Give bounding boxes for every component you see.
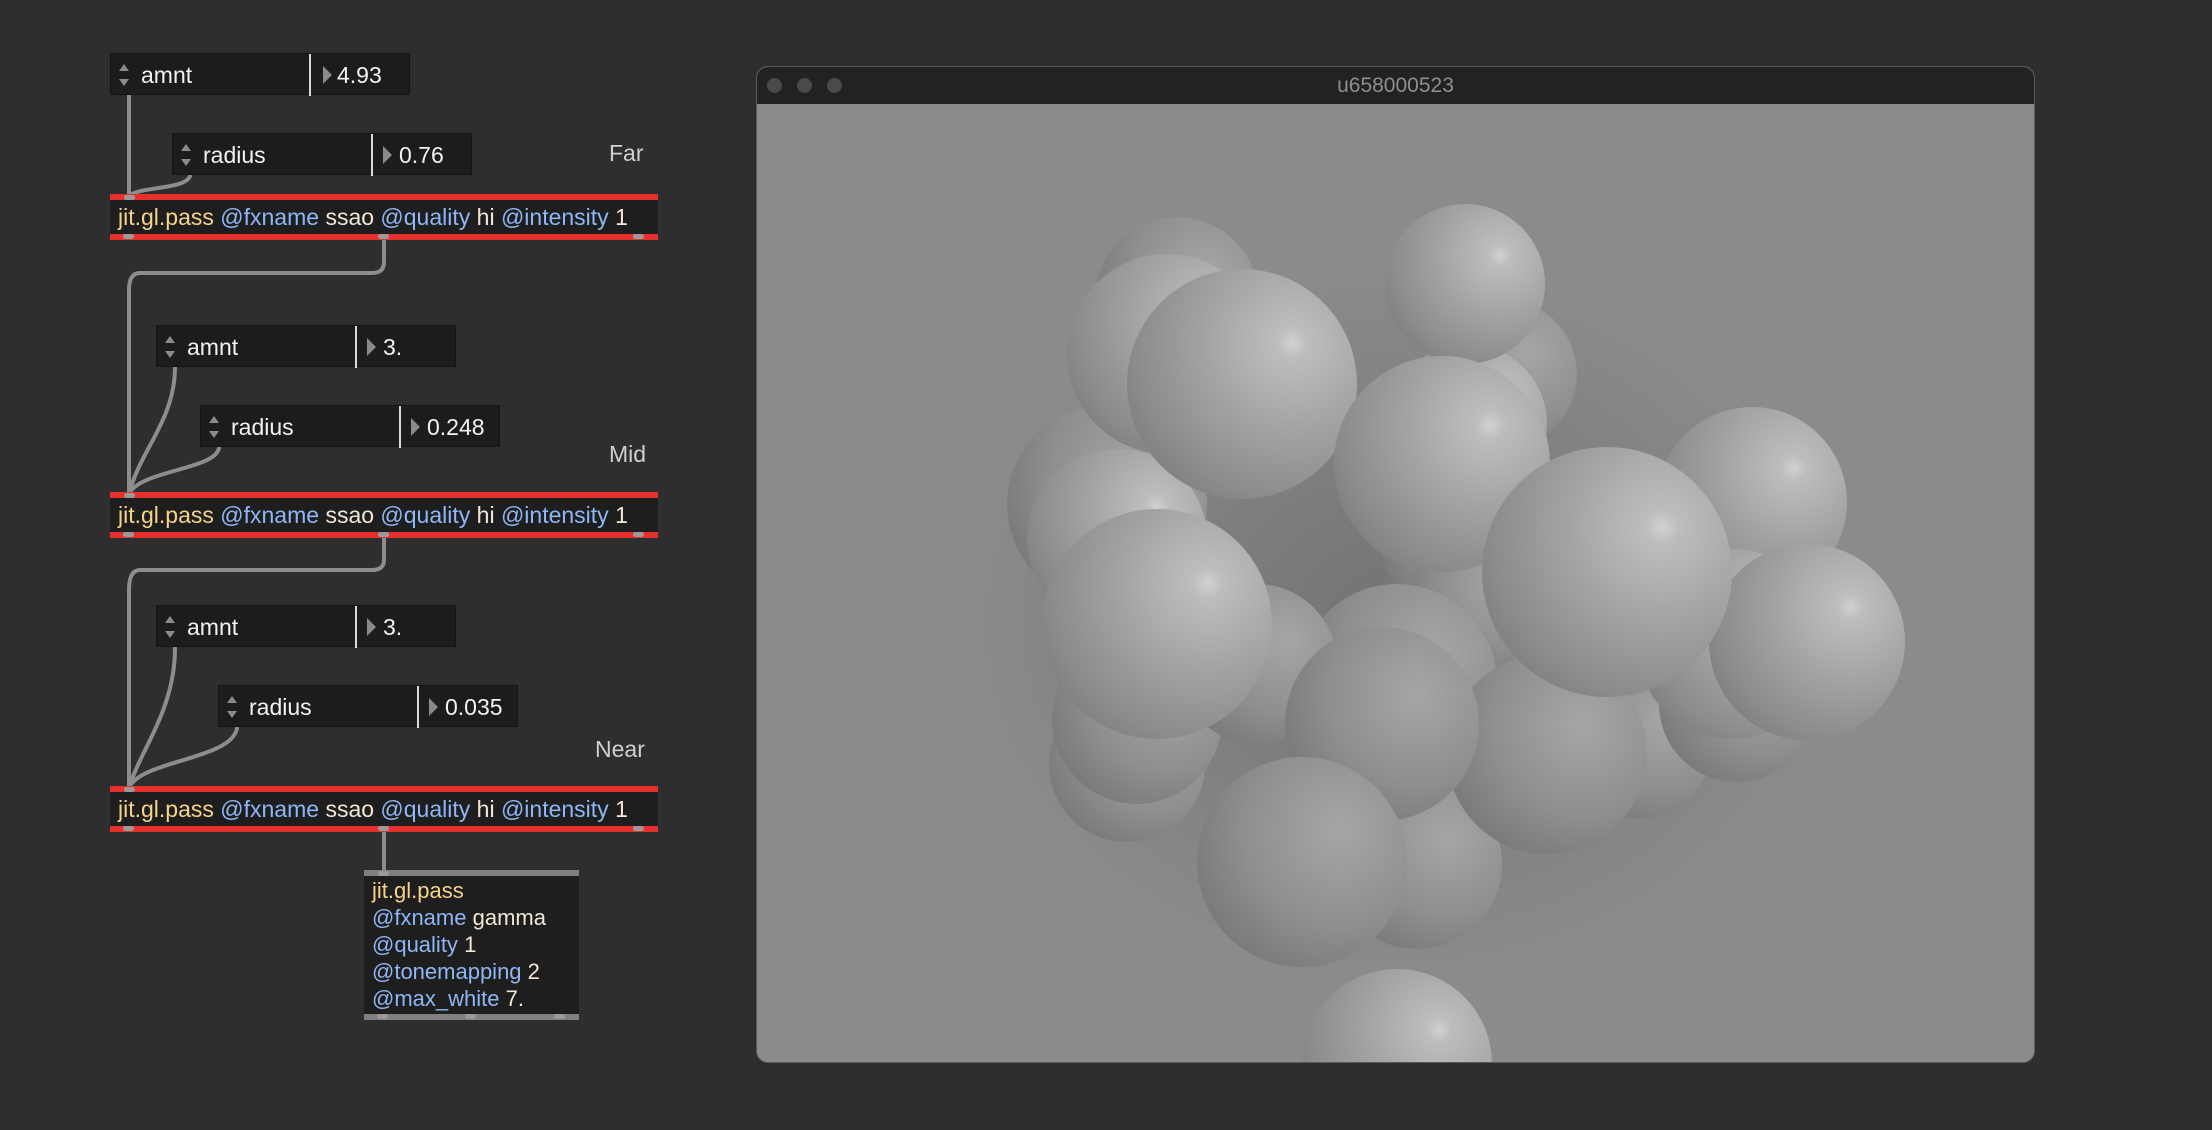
object-text-line: jit.gl.pass: [372, 878, 464, 903]
sphere: [1385, 204, 1545, 364]
rendered-spheres-scene[interactable]: [757, 104, 2034, 1062]
object-text: jit.gl.pass @fxname ssao @quality hi @in…: [118, 796, 628, 822]
stepper-arrows-icon[interactable]: [117, 61, 131, 89]
attribute-name: radius: [231, 414, 294, 440]
amnt-attrui-mid[interactable]: amnt 3.: [156, 325, 456, 368]
patch-cord: [127, 646, 177, 790]
stepper-arrows-icon[interactable]: [163, 613, 177, 641]
stepper-arrows-icon[interactable]: [225, 693, 239, 721]
attribute-value[interactable]: 0.248: [427, 406, 485, 448]
stepper-arrows-icon[interactable]: [207, 413, 221, 441]
outlet[interactable]: [633, 234, 644, 239]
amnt-attrui-near[interactable]: amnt 3.: [156, 605, 456, 648]
number-arrow-icon: [383, 146, 392, 164]
jit-gl-pass-ssao-mid[interactable]: jit.gl.pass @fxname ssao @quality hi @in…: [110, 492, 658, 538]
sphere: [1127, 269, 1357, 499]
radius-attrui-far[interactable]: radius 0.76: [172, 133, 472, 176]
stepper-arrows-icon[interactable]: [179, 141, 193, 169]
window-title: u658000523: [1337, 74, 1454, 97]
outlet[interactable]: [465, 1014, 476, 1019]
object-text: jit.gl.pass @fxname ssao @quality hi @in…: [118, 204, 628, 230]
radius-attrui-near[interactable]: radius 0.035: [218, 685, 518, 728]
object-text-line: @tonemapping 2: [372, 959, 540, 984]
divider: [355, 326, 357, 368]
window-titlebar[interactable]: u658000523: [757, 67, 2034, 104]
patch-cord: [127, 174, 192, 198]
sphere: [1482, 447, 1732, 697]
comment-far: Far: [609, 140, 644, 166]
attribute-name: amnt: [141, 62, 193, 88]
number-arrow-icon: [411, 418, 420, 436]
jit-gl-pass-gamma[interactable]: jit.gl.pass @fxname gamma @quality 1 @to…: [364, 870, 579, 1020]
object-text-line: @quality 1: [372, 932, 477, 957]
object-text-line: @fxname gamma: [372, 905, 546, 930]
patch-cord: [127, 446, 221, 496]
comment-near: Near: [595, 736, 645, 762]
divider: [355, 606, 357, 648]
attribute-name: amnt: [187, 334, 239, 360]
attribute-name: radius: [203, 142, 266, 168]
render-window[interactable]: u658000523: [756, 66, 2035, 1063]
outlet[interactable]: [123, 234, 134, 239]
number-arrow-icon: [429, 698, 438, 716]
object-text: jit.gl.pass @fxname ssao @quality hi @in…: [118, 502, 628, 528]
attribute-value[interactable]: 0.76: [399, 134, 444, 176]
outlet[interactable]: [378, 532, 389, 537]
patch-cord: [127, 532, 386, 790]
jit-gl-pass-ssao-near[interactable]: jit.gl.pass @fxname ssao @quality hi @in…: [110, 786, 658, 832]
outlet[interactable]: [554, 1014, 565, 1019]
stepper-arrows-icon[interactable]: [163, 333, 177, 361]
outlet[interactable]: [633, 532, 644, 537]
divider: [417, 686, 419, 728]
comment-mid: Mid: [609, 441, 647, 467]
object-text-line: @max_white 7.: [372, 986, 524, 1011]
outlet[interactable]: [123, 826, 134, 831]
attribute-value[interactable]: 4.93: [337, 54, 382, 96]
outlet[interactable]: [633, 826, 644, 831]
outlet[interactable]: [123, 532, 134, 537]
number-arrow-icon: [323, 66, 332, 84]
radius-attrui-mid[interactable]: radius 0.248: [200, 405, 500, 448]
attribute-value[interactable]: 3.: [383, 326, 402, 368]
attribute-name: radius: [249, 694, 312, 720]
patch-cord: [127, 365, 177, 496]
outlet[interactable]: [378, 234, 389, 239]
divider: [399, 406, 401, 448]
amnt-attrui-far[interactable]: amnt 4.93: [110, 53, 410, 96]
sphere: [1709, 544, 1905, 740]
outlet[interactable]: [378, 826, 389, 831]
attribute-name: amnt: [187, 614, 239, 640]
patch-cord: [127, 726, 239, 790]
divider: [371, 134, 373, 176]
jit-gl-pass-ssao-far[interactable]: jit.gl.pass @fxname ssao @quality hi @in…: [110, 194, 658, 240]
number-arrow-icon: [367, 338, 376, 356]
number-arrow-icon: [367, 618, 376, 636]
inlet[interactable]: [378, 871, 389, 876]
attribute-value[interactable]: 0.035: [445, 686, 503, 728]
outlet[interactable]: [377, 1014, 388, 1019]
divider: [309, 54, 311, 96]
sphere: [1042, 509, 1272, 739]
sphere: [1197, 757, 1407, 967]
attribute-value[interactable]: 3.: [383, 606, 402, 648]
